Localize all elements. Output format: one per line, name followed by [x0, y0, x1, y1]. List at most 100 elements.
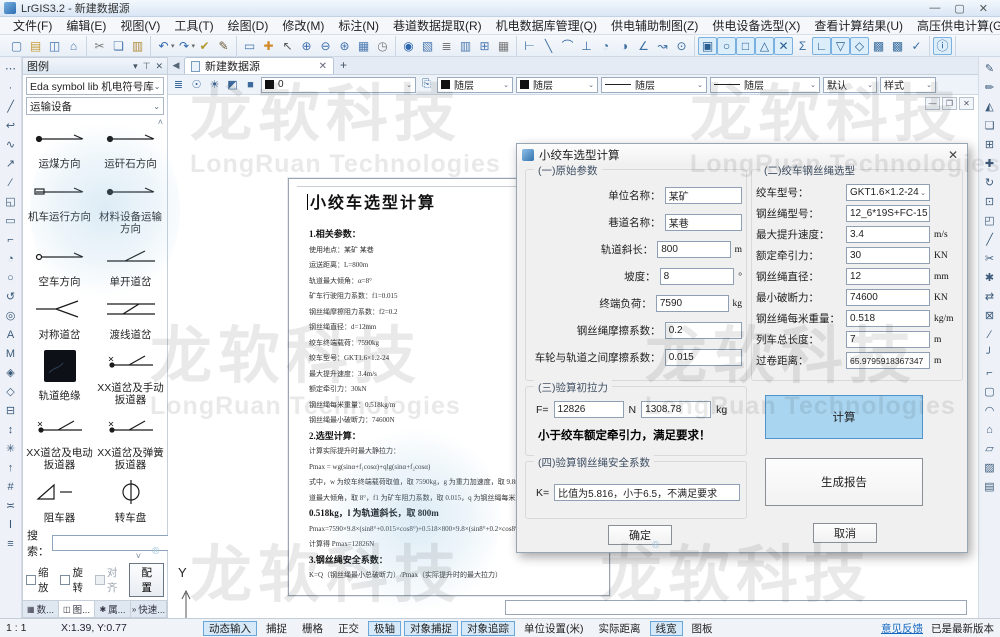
checkbox-缩放[interactable]: 缩放 — [26, 565, 58, 595]
menu-item-5[interactable]: 修改(M) — [275, 17, 331, 35]
status-toggle-2[interactable]: 栅格 — [296, 621, 329, 636]
arc-tool-icon[interactable]: ⌒ — [558, 37, 577, 55]
legend-item-12[interactable]: 阻车器 — [25, 471, 94, 524]
chamfer-icon[interactable]: ⌐ — [981, 363, 999, 382]
legend-item-11[interactable]: XX道岔及弹簧扳道器 — [96, 406, 165, 471]
status-toggle-4[interactable]: 极轴 — [368, 621, 401, 636]
point-icon[interactable]: · — [2, 78, 20, 97]
status-toggle-8[interactable]: 实际距离 — [593, 621, 647, 636]
property-dropdown-5[interactable]: 默认⌄ — [823, 77, 877, 93]
legend-item-0[interactable]: 运煤方向 — [25, 117, 94, 170]
leader-tool-icon[interactable]: ↝ — [653, 37, 672, 55]
lengthen-icon[interactable]: ╱ — [981, 230, 999, 249]
parallelogram-icon[interactable]: ▱ — [981, 439, 999, 458]
align-icon[interactable]: ⊟ — [2, 401, 20, 420]
menu-item-0[interactable]: 文件(F) — [6, 17, 59, 35]
hatch-icon[interactable]: ◈ — [2, 363, 20, 382]
menu-item-12[interactable]: 高压供电计算(G) — [910, 17, 1000, 35]
draw-pencil-icon[interactable]: ✎ — [981, 59, 999, 78]
legend-item-14[interactable] — [25, 524, 94, 525]
trim-icon[interactable]: ✂ — [981, 249, 999, 268]
ok-button[interactable]: 确定 — [608, 525, 672, 545]
print-stamp-icon[interactable]: ▤ — [981, 477, 999, 496]
rectangle-icon[interactable]: ▭ — [2, 211, 20, 230]
document-tab[interactable]: 新建数据源 ✕ — [184, 57, 334, 74]
h-tool-icon[interactable]: ⊢ — [520, 37, 539, 55]
new-file-icon[interactable]: ▢ — [7, 37, 26, 55]
field-input[interactable]: 7 — [846, 331, 930, 348]
pin-icon[interactable]: ⊤ — [143, 61, 151, 72]
menu-item-9[interactable]: 供电辅助制图(Z) — [604, 17, 705, 35]
calculate-button[interactable]: 计算 — [765, 395, 923, 439]
safety-factor-field[interactable]: 比值为5.816，小于6.5，不满足要求 — [554, 484, 740, 501]
symbol-library-dropdown[interactable]: Eda symbol lib 机电符号库 ⌄ — [26, 77, 164, 95]
angle-tool-icon[interactable]: ∠ — [634, 37, 653, 55]
legend-item-15[interactable] — [96, 524, 165, 525]
layout-icon[interactable]: ▧ — [418, 37, 437, 55]
line-tool-icon[interactable]: ╲ — [539, 37, 558, 55]
menu-item-7[interactable]: 巷道数据提取(R) — [386, 17, 489, 35]
segment-icon[interactable]: ∕ — [2, 173, 20, 192]
status-toggle-5[interactable]: 对象捕捉 — [404, 621, 458, 636]
pen-icon[interactable]: ✎ — [214, 37, 233, 55]
legend-item-7[interactable]: 渡线道岔 — [96, 288, 165, 341]
window-icon[interactable]: ⊞ — [475, 37, 494, 55]
spline-icon[interactable]: ∿ — [2, 135, 20, 154]
snap-diamond-icon[interactable]: ◇ — [850, 37, 869, 55]
tension-kg-field[interactable]: 1308.78 — [641, 401, 711, 418]
layer-color-icon[interactable]: ■ — [243, 79, 258, 91]
menu-item-10[interactable]: 供电设备选型(X) — [705, 17, 807, 35]
lock-icon[interactable]: ◩ — [225, 78, 240, 91]
panel-tab-0[interactable]: ▦数... — [23, 601, 59, 617]
menu-item-8[interactable]: 机电数据库管理(Q) — [489, 17, 604, 35]
scale-icon[interactable]: ⊡ — [981, 192, 999, 211]
snap-box-icon[interactable]: ▣ — [698, 37, 717, 55]
symbol-category-dropdown[interactable]: 运输设备 ⌄ — [26, 97, 164, 115]
grid-a-icon[interactable]: ▩ — [869, 37, 888, 55]
bulb-icon[interactable]: ☉ — [189, 78, 204, 91]
search-input[interactable] — [52, 535, 186, 551]
move-icon[interactable]: ✚ — [981, 154, 999, 173]
checkbox-旋转[interactable]: 旋转 — [60, 565, 92, 595]
status-toggle-1[interactable]: 捕捉 — [260, 621, 293, 636]
confirm-icon[interactable]: ✓ — [907, 37, 926, 55]
paste-icon[interactable]: ▥ — [128, 37, 147, 55]
arc-icon[interactable]: ◔ — [2, 249, 20, 268]
clock2-icon[interactable]: ◑ — [615, 37, 634, 55]
raise-icon[interactable]: ↑ — [2, 458, 20, 477]
tab-nav-left-icon[interactable]: ◀ — [168, 56, 184, 74]
ray-icon[interactable]: ↗ — [2, 154, 20, 173]
property-dropdown-6[interactable]: 样式⌄ — [880, 77, 936, 93]
field-input[interactable]: 12_6*19S+FC-15⌄ — [846, 205, 930, 222]
back-icon[interactable]: ◉ — [399, 37, 418, 55]
field-input[interactable]: 30 — [846, 247, 930, 264]
chevron-down-icon[interactable]: ⌄ — [920, 189, 926, 197]
gradient-icon[interactable]: ◇ — [2, 382, 20, 401]
zoom-in-icon[interactable]: ⊕ — [297, 37, 316, 55]
status-toggle-7[interactable]: 单位设置(米) — [518, 621, 590, 636]
field-input[interactable]: 65.9795918367347 — [846, 352, 930, 369]
copy-icon[interactable]: ❏ — [109, 37, 128, 55]
dialog-close-icon[interactable]: ✕ — [948, 148, 962, 162]
zoom-out-icon[interactable]: ⊖ — [316, 37, 335, 55]
scroll-up-indicator[interactable]: ˄ — [158, 117, 163, 127]
menu-item-3[interactable]: 工具(T) — [167, 17, 220, 35]
status-toggle-0[interactable]: 动态输入 — [203, 621, 257, 636]
field-input[interactable]: 某巷 — [665, 214, 742, 231]
polyline-icon[interactable]: ↩ — [2, 116, 20, 135]
snap-circle-icon[interactable]: ○ — [717, 37, 736, 55]
snap-triangle-icon[interactable]: △ — [755, 37, 774, 55]
check-icon[interactable]: ✔ — [195, 37, 214, 55]
menu-item-2[interactable]: 视图(V) — [113, 17, 167, 35]
field-input[interactable]: 800 — [657, 241, 730, 258]
panel-tab-1[interactable]: ◫图... — [59, 601, 95, 617]
fillet-icon[interactable]: ╯ — [981, 344, 999, 363]
property-dropdown-0[interactable]: 0⌄ — [261, 77, 416, 93]
snap-tangent-icon[interactable]: ▽ — [831, 37, 850, 55]
status-toggle-9[interactable]: 线宽 — [650, 621, 683, 636]
printer-icon[interactable]: ⎘ — [419, 78, 434, 91]
status-toggle-10[interactable]: 图板 — [686, 621, 719, 636]
legend-item-10[interactable]: XX道岔及电动扳道器 — [25, 406, 94, 471]
snap-square-icon[interactable]: □ — [736, 37, 755, 55]
explode-icon[interactable]: ▢ — [981, 382, 999, 401]
